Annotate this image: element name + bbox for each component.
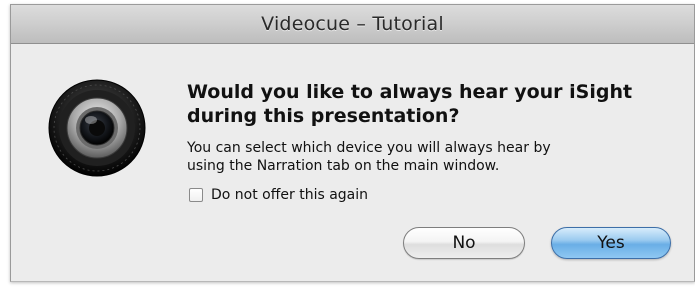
- dialog-message: You can select which device you will alw…: [187, 139, 667, 175]
- dialog-content: Would you like to always hear your iSigh…: [11, 44, 694, 281]
- do-not-offer-again-checkbox[interactable]: [189, 188, 203, 202]
- dialog-message-line2: using the Narration tab on the main wind…: [187, 158, 500, 174]
- isight-camera-icon: [48, 79, 146, 177]
- dialog-heading-line2: during this presentation?: [187, 105, 460, 127]
- dialog-window: Videocue – Tutorial Would you like to al…: [10, 4, 695, 282]
- window-title: Videocue – Tutorial: [261, 13, 444, 35]
- window-titlebar[interactable]: Videocue – Tutorial: [11, 5, 694, 44]
- do-not-offer-again-label[interactable]: Do not offer this again: [211, 187, 368, 203]
- do-not-offer-again-option[interactable]: Do not offer this again: [189, 187, 368, 203]
- dialog-heading-line1: Would you like to always hear your iSigh…: [187, 81, 633, 103]
- no-button[interactable]: No: [403, 227, 525, 259]
- yes-button[interactable]: Yes: [551, 227, 671, 259]
- screen: Videocue – Tutorial Would you like to al…: [0, 0, 695, 287]
- dialog-heading: Would you like to always hear your iSigh…: [187, 80, 667, 128]
- dialog-message-line1: You can select which device you will alw…: [187, 140, 551, 156]
